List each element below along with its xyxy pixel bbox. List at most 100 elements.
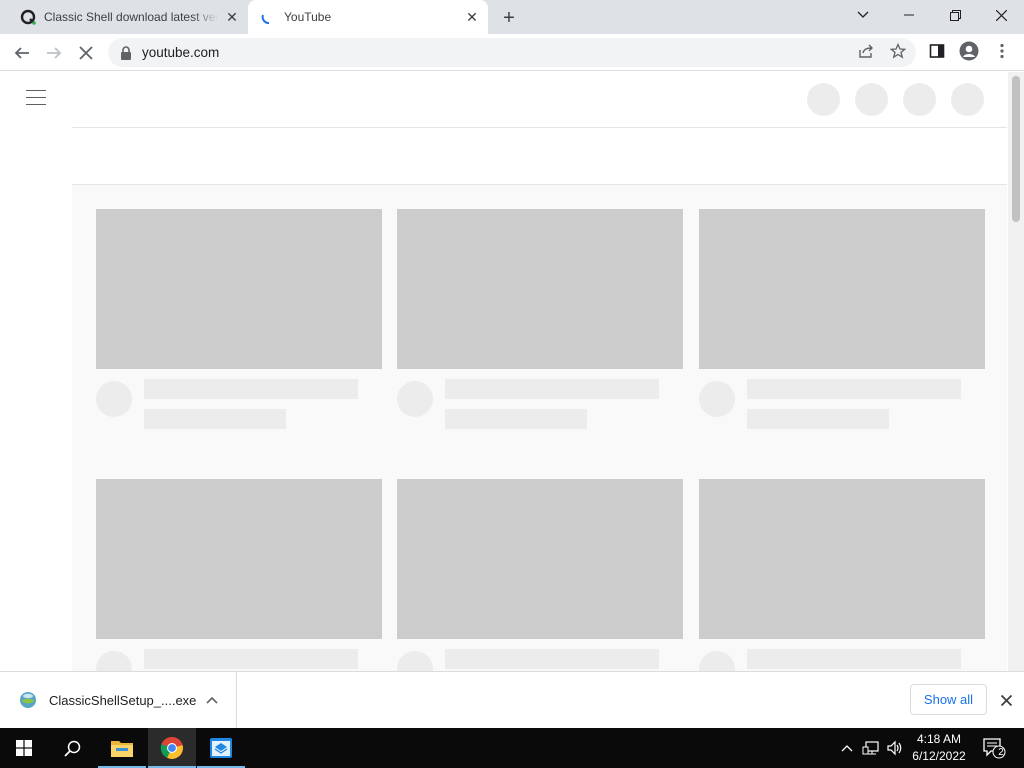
download-item[interactable]: ClassicShellSetup_....exe xyxy=(0,672,237,728)
back-icon xyxy=(14,47,29,59)
video-card-skeleton xyxy=(96,209,382,429)
page-scrollbar[interactable] xyxy=(1008,72,1024,671)
youtube-page xyxy=(0,72,1024,671)
search-icon xyxy=(63,740,80,757)
windows-start-icon xyxy=(16,740,32,756)
forward-icon xyxy=(47,47,62,59)
chrome-icon xyxy=(160,736,183,759)
stop-loading-icon xyxy=(79,46,93,60)
meta-skeleton xyxy=(445,409,587,429)
new-tab-button[interactable]: + xyxy=(498,7,520,29)
header-skeleton-circle xyxy=(951,83,984,116)
network-icon xyxy=(862,741,879,755)
title-skeleton xyxy=(144,649,358,669)
close-icon xyxy=(1000,694,1012,706)
chrome-taskbar-button[interactable] xyxy=(148,728,196,768)
video-card-skeleton xyxy=(96,479,382,671)
store-app-button[interactable] xyxy=(197,728,245,768)
avatar-skeleton xyxy=(397,381,433,417)
installer-file-icon xyxy=(20,692,36,708)
meta-skeleton xyxy=(144,409,286,429)
download-filename: ClassicShellSetup_....exe xyxy=(49,692,197,708)
bookmark-star-icon xyxy=(890,43,906,59)
thumbnail-skeleton xyxy=(699,209,985,369)
menu-kebab-icon xyxy=(1000,43,1004,59)
title-skeleton xyxy=(445,649,659,669)
share-icon xyxy=(859,44,873,58)
tab-title: YouTube xyxy=(284,10,332,24)
profile-button[interactable] xyxy=(958,40,980,62)
avatar-skeleton xyxy=(96,381,132,417)
video-card-skeleton xyxy=(699,209,985,429)
thumbnail-skeleton xyxy=(96,209,382,369)
quora-q-icon xyxy=(20,9,36,25)
store-app-icon xyxy=(210,738,232,758)
download-shelf: ClassicShellSetup_....exe Show all xyxy=(0,671,1024,728)
title-skeleton xyxy=(144,379,358,399)
start-button[interactable] xyxy=(0,728,48,768)
hamburger-menu-icon[interactable] xyxy=(26,90,46,106)
video-card-skeleton xyxy=(397,209,683,429)
loading-spinner-icon xyxy=(261,14,270,24)
action-center-button[interactable]: 2 xyxy=(980,728,1008,768)
taskbar-clock[interactable]: 4:18 AM 6/12/2022 xyxy=(904,731,974,765)
minimize-button[interactable] xyxy=(886,0,932,30)
header-skeleton-circle xyxy=(903,83,936,116)
tab-strip: Classic Shell download latest version ✕ … xyxy=(0,0,1024,34)
chrome-menu-button[interactable] xyxy=(991,40,1013,62)
side-panel-icon xyxy=(929,44,945,58)
close-shelf-button[interactable] xyxy=(996,690,1016,710)
url-text: youtube.com xyxy=(142,45,220,60)
restore-button[interactable] xyxy=(932,0,978,30)
network-tray-button[interactable] xyxy=(860,728,882,768)
lock-icon xyxy=(121,45,131,60)
clock-date: 6/12/2022 xyxy=(912,749,966,763)
close-window-button[interactable] xyxy=(978,0,1024,30)
thumbnail-skeleton xyxy=(397,209,683,369)
thumbnail-skeleton xyxy=(699,479,985,639)
chevron-up-icon xyxy=(841,745,853,752)
file-explorer-icon xyxy=(111,741,133,757)
address-bar[interactable]: youtube.com xyxy=(108,38,916,67)
minimize-icon xyxy=(904,14,914,16)
back-button[interactable] xyxy=(8,39,36,67)
tab-search-button[interactable] xyxy=(840,0,886,30)
avatar-skeleton xyxy=(699,381,735,417)
show-hidden-icons-button[interactable] xyxy=(838,728,856,768)
side-panel-button[interactable] xyxy=(926,40,948,62)
thumbnail-skeleton xyxy=(96,479,382,639)
taskbar-search-button[interactable] xyxy=(48,728,96,768)
header-divider xyxy=(72,127,1007,128)
browser-toolbar: youtube.com xyxy=(0,34,1024,71)
header-skeleton-circle xyxy=(807,83,840,116)
volume-icon xyxy=(887,740,902,756)
title-skeleton xyxy=(445,379,659,399)
profile-icon xyxy=(959,41,979,61)
tab-youtube[interactable]: YouTube ✕ xyxy=(248,0,488,34)
video-card-skeleton xyxy=(699,479,985,671)
stop-loading-button[interactable] xyxy=(72,39,100,67)
tab-title: Classic Shell download latest version xyxy=(44,10,218,24)
volume-tray-button[interactable] xyxy=(884,728,906,768)
close-icon xyxy=(995,9,1007,21)
windows-taskbar: 4:18 AM 6/12/2022 2 xyxy=(0,728,1024,768)
title-skeleton xyxy=(747,379,961,399)
meta-skeleton xyxy=(747,409,889,429)
video-card-skeleton xyxy=(397,479,683,671)
bookmark-button[interactable] xyxy=(887,40,909,62)
file-explorer-button[interactable] xyxy=(98,728,146,768)
restore-icon xyxy=(949,9,961,21)
scrollbar-thumb[interactable] xyxy=(1012,76,1020,222)
tab-classic-shell[interactable]: Classic Shell download latest version ✕ xyxy=(8,0,248,34)
show-all-button[interactable]: Show all xyxy=(910,684,987,715)
share-button[interactable] xyxy=(855,40,877,62)
chevron-down-icon xyxy=(857,11,869,18)
forward-button[interactable] xyxy=(40,39,68,67)
tab-close-icon[interactable]: ✕ xyxy=(222,7,242,27)
chevron-up-icon[interactable] xyxy=(202,693,222,707)
clock-time: 4:18 AM xyxy=(916,732,962,746)
tab-close-icon[interactable]: ✕ xyxy=(462,7,482,27)
notification-count: 2 xyxy=(998,747,1004,758)
title-skeleton xyxy=(747,649,961,669)
thumbnail-skeleton xyxy=(397,479,683,639)
